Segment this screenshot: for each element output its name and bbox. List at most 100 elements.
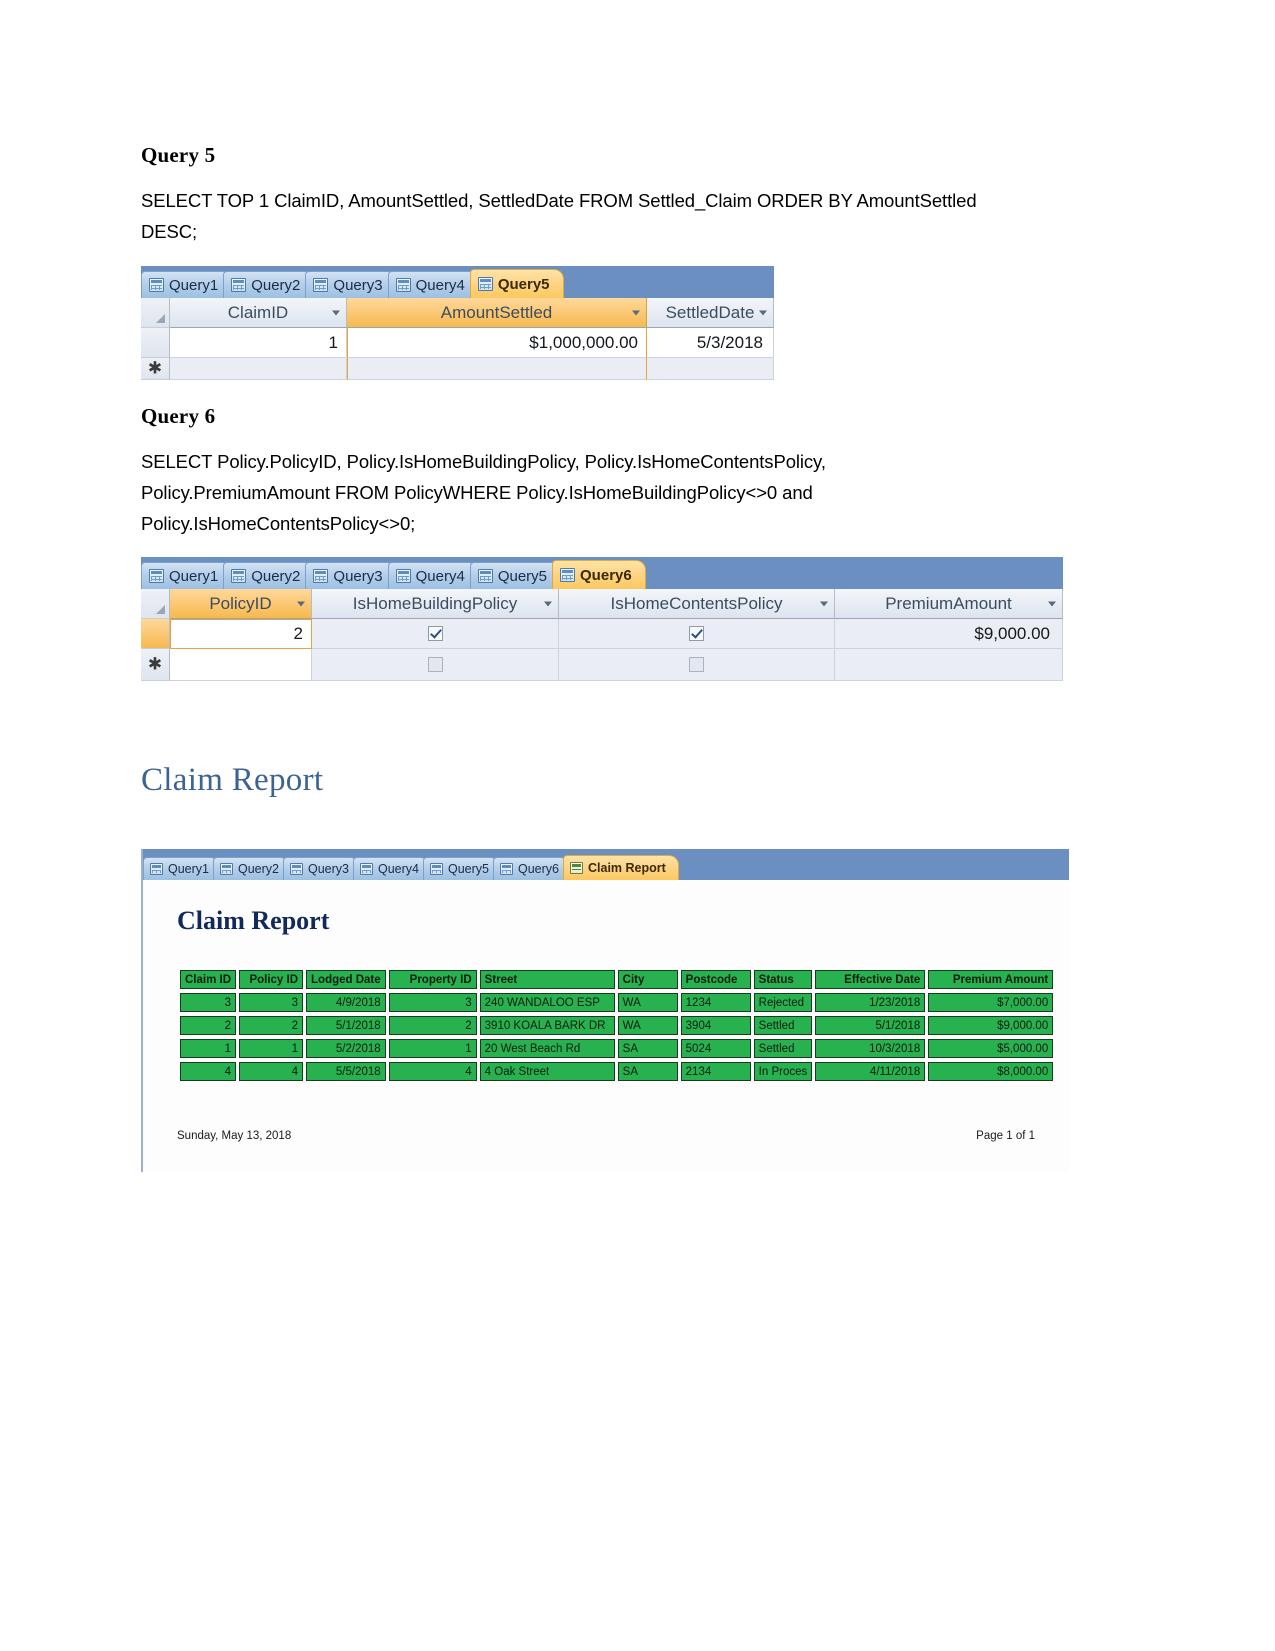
cell-effective-date: 5/1/2018	[815, 1016, 926, 1035]
cell-new-ishomebuildingpolicy[interactable]	[312, 649, 559, 681]
cell-amountsettled[interactable]: $1,000,000.00	[347, 328, 647, 358]
cell-settleddate[interactable]: 5/3/2018	[647, 328, 774, 358]
tab-query5[interactable]: Query5	[469, 562, 562, 589]
column-header-policyid[interactable]: PolicyID	[170, 589, 312, 619]
tab-query5[interactable]: Query5	[469, 269, 564, 298]
tab-query3[interactable]: Query3	[283, 857, 360, 880]
checkbox-checked-icon[interactable]	[427, 626, 443, 641]
table-row[interactable]: 1 $1,000,000.00 5/3/2018	[141, 328, 774, 358]
chevron-down-icon[interactable]	[820, 601, 828, 606]
new-record-selector[interactable]: ✱	[141, 649, 170, 681]
cell-new-claimid[interactable]	[170, 358, 347, 380]
column-header-claimid[interactable]: ClaimID	[170, 298, 347, 328]
report-col-city: City	[617, 970, 678, 989]
column-header-settleddate[interactable]: SettledDate	[647, 298, 774, 328]
query5-tab-bar[interactable]: Query1 Query2 Query3 Query4 Query5	[141, 266, 774, 298]
checkbox-checked-icon[interactable]	[689, 626, 704, 641]
tab-query6[interactable]: Query6	[493, 857, 570, 880]
cell-status: In Proces	[753, 1062, 813, 1081]
query5-heading: Query 5	[141, 143, 216, 167]
cell-policy-id: 1	[239, 1039, 304, 1058]
access-report-preview[interactable]: Query1 Query2 Query3 Query4 Query5 Query…	[141, 849, 1069, 1172]
query6-heading: Query 6	[141, 404, 216, 428]
chevron-down-icon[interactable]	[759, 310, 767, 315]
checkbox-unchecked-icon[interactable]	[427, 657, 443, 672]
tab-label: Query1	[168, 862, 209, 876]
tab-label: Query3	[333, 276, 383, 294]
column-label: SettledDate	[665, 302, 755, 322]
cell-new-premiumamount[interactable]	[835, 649, 1063, 681]
query-icon	[231, 278, 247, 292]
new-record-row[interactable]: ✱	[141, 649, 1063, 681]
cell-city: WA	[617, 1016, 678, 1035]
column-header-amountsettled[interactable]: AmountSettled	[347, 298, 647, 328]
cell-new-ishomecontentspolicy[interactable]	[559, 649, 835, 681]
tab-query1[interactable]: Query1	[141, 562, 233, 589]
cell-policyid[interactable]: 2	[170, 619, 312, 649]
query-icon	[231, 569, 247, 583]
column-header-premiumamount[interactable]: PremiumAmount	[835, 589, 1063, 619]
report-footer: Sunday, May 13, 2018 Page 1 of 1	[177, 1130, 1035, 1142]
table-row: 4 4 5/5/2018 4 4 Oak Street SA 2134 In P…	[180, 1062, 1054, 1081]
cell-status: Rejected	[753, 993, 813, 1012]
cell-lodged-date: 5/1/2018	[306, 1016, 386, 1035]
tab-query4[interactable]: Query4	[387, 271, 479, 298]
tab-label: Query3	[308, 862, 349, 876]
tab-query5[interactable]: Query5	[423, 857, 500, 880]
cell-claimid[interactable]: 1	[170, 328, 347, 358]
tab-label: Query4	[378, 862, 419, 876]
chevron-down-icon[interactable]	[332, 310, 340, 315]
tab-query6[interactable]: Query6	[552, 560, 646, 589]
cell-new-amountsettled[interactable]	[347, 358, 647, 380]
cell-ishomebuildingpolicy[interactable]	[312, 619, 559, 649]
tab-query3[interactable]: Query3	[305, 562, 397, 589]
cell-ishomecontentspolicy[interactable]	[559, 619, 835, 649]
cell-city: SA	[617, 1062, 678, 1081]
tab-query3[interactable]: Query3	[305, 271, 397, 298]
access-datasheet-query6[interactable]: Query1 Query2 Query3 Query4 Query5 Query…	[141, 557, 1063, 681]
tab-label: Query5	[497, 567, 548, 585]
checkbox-unchecked-icon[interactable]	[689, 657, 704, 672]
tab-label: Query4	[415, 567, 465, 585]
query-icon	[290, 863, 303, 875]
cell-new-policyid[interactable]	[170, 649, 312, 681]
column-label: ClaimID	[227, 302, 289, 322]
tab-query1[interactable]: Query1	[143, 857, 220, 880]
new-record-row[interactable]: ✱	[141, 358, 774, 380]
tab-claim-report[interactable]: Claim Report	[563, 855, 679, 880]
row-selector[interactable]	[141, 619, 170, 649]
column-header-ishomecontentspolicy[interactable]: IsHomeContentsPolicy	[559, 589, 835, 619]
column-header-ishomebuildingpolicy[interactable]: IsHomeBuildingPolicy	[312, 589, 559, 619]
tab-query2[interactable]: Query2	[213, 857, 290, 880]
chevron-down-icon[interactable]	[632, 310, 640, 315]
column-label: IsHomeContentsPolicy	[610, 593, 783, 613]
tab-query4[interactable]: Query4	[387, 562, 479, 589]
tab-label: Query2	[251, 567, 301, 585]
tab-query1[interactable]: Query1	[141, 271, 233, 298]
tab-query4[interactable]: Query4	[353, 857, 430, 880]
tab-query2[interactable]: Query2	[223, 271, 315, 298]
column-label: PolicyID	[209, 593, 272, 613]
chevron-down-icon[interactable]	[297, 601, 305, 606]
cell-lodged-date: 5/2/2018	[306, 1039, 386, 1058]
report-footer-page: Page 1 of 1	[976, 1130, 1035, 1142]
row-select-corner[interactable]	[141, 589, 170, 619]
query-icon	[220, 863, 233, 875]
cell-premiumamount[interactable]: $9,000.00	[835, 619, 1063, 649]
query6-tab-bar[interactable]: Query1 Query2 Query3 Query4 Query5 Query…	[141, 557, 1063, 589]
table-row[interactable]: 2 $9,000.00	[141, 619, 1063, 649]
tab-label: Query4	[415, 276, 465, 294]
row-select-corner[interactable]	[141, 298, 170, 328]
row-selector[interactable]	[141, 328, 170, 358]
chevron-down-icon[interactable]	[544, 601, 552, 606]
report-tab-bar[interactable]: Query1 Query2 Query3 Query4 Query5 Query…	[143, 849, 1069, 880]
chevron-down-icon[interactable]	[1048, 601, 1056, 606]
access-datasheet-query5[interactable]: Query1 Query2 Query3 Query4 Query5 Claim…	[141, 266, 774, 380]
tab-query2[interactable]: Query2	[223, 562, 315, 589]
new-record-selector[interactable]: ✱	[141, 358, 170, 380]
cell-city: SA	[617, 1039, 678, 1058]
cell-policy-id: 4	[239, 1062, 304, 1081]
query-icon	[430, 863, 443, 875]
cell-new-settleddate[interactable]	[647, 358, 774, 380]
cell-street: 3910 KOALA BARK DR	[479, 1016, 615, 1035]
